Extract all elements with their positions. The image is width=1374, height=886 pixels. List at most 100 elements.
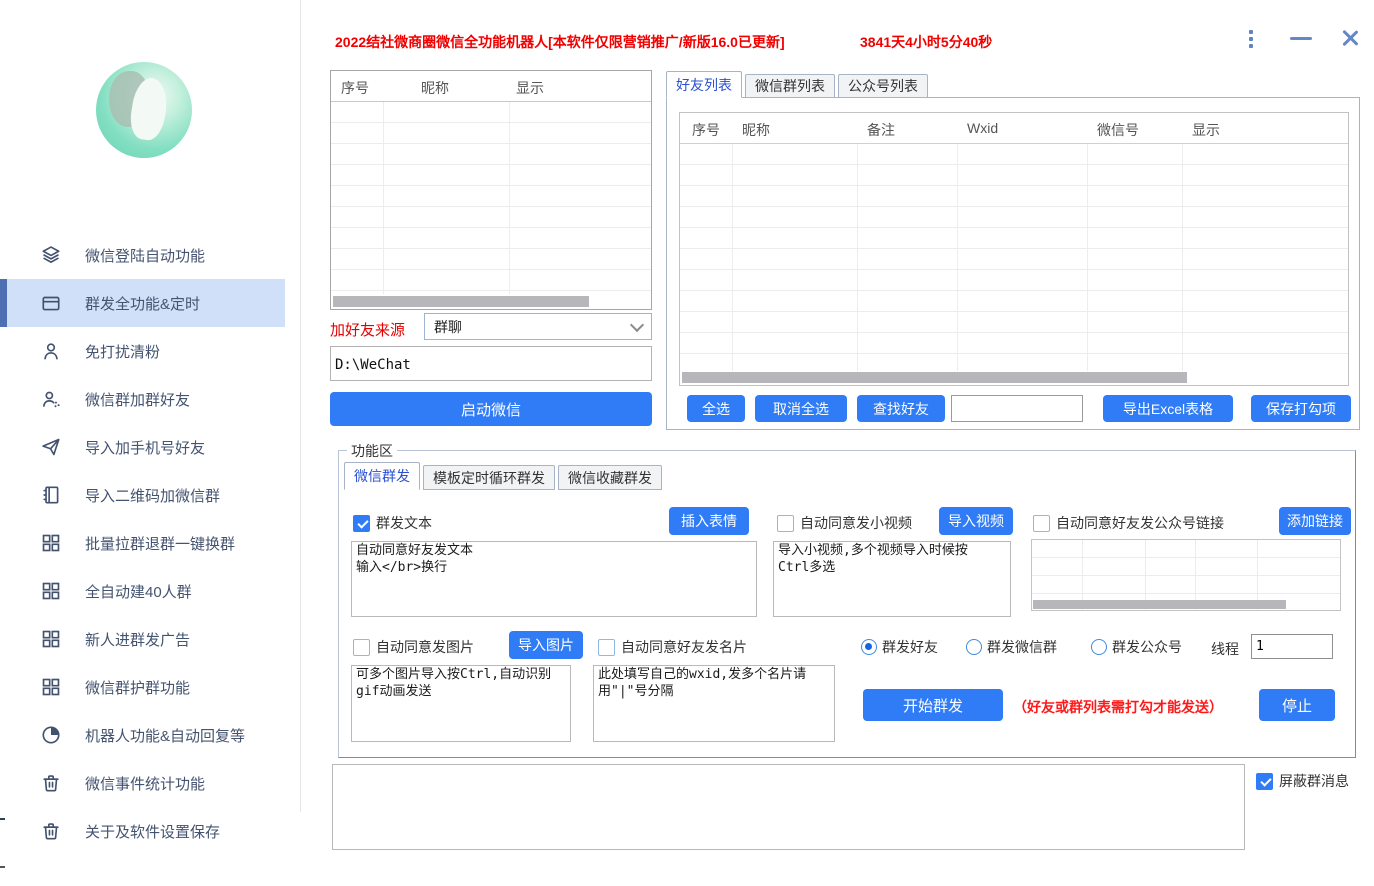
auto-accept-video-checkbox[interactable]: 自动同意发小视频	[777, 513, 912, 533]
friend-table-body	[680, 144, 1348, 371]
find-friend-input[interactable]	[951, 395, 1083, 422]
sidebar-item-mass-send[interactable]: 群发全功能&定时	[0, 279, 285, 327]
send-text-checkbox[interactable]: 群发文本	[353, 513, 432, 533]
insert-emoji-button[interactable]: 插入表情	[669, 507, 749, 535]
export-excel-button[interactable]: 导出Excel表格	[1103, 395, 1233, 422]
sidebar-item-label: 导入二维码加微信群	[85, 485, 220, 506]
start-mass-send-button[interactable]: 开始群发	[863, 689, 1003, 721]
tab-wechat-favorite-send[interactable]: 微信收藏群发	[558, 465, 662, 490]
uptime-counter: 3841天4小时5分40秒	[860, 32, 992, 52]
tab-template-timer-send[interactable]: 模板定时循环群发	[423, 465, 555, 490]
avatar	[96, 62, 192, 158]
column-header: 序号	[341, 78, 369, 98]
sidebar-item-about-settings[interactable]: 关于及软件设置保存	[0, 807, 300, 855]
account-table-body	[331, 102, 651, 294]
notebook-icon	[40, 484, 62, 506]
horizontal-scrollbar[interactable]	[1033, 600, 1286, 609]
sidebar-item-robot-auto-reply[interactable]: 机器人功能&自动回复等	[0, 711, 300, 759]
friend-list-panel: 序号 昵称 备注 Wxid 微信号 显示 全选 取消全选 查找好友 导出Exce…	[666, 97, 1360, 430]
friend-source-select[interactable]: 群聊	[424, 313, 652, 340]
sidebar-item-auto-create-group[interactable]: 全自动建40人群	[0, 567, 300, 615]
tab-official-account-list[interactable]: 公众号列表	[838, 74, 928, 98]
tab-wechat-group-list[interactable]: 微信群列表	[745, 74, 835, 98]
minimize-icon[interactable]	[1288, 25, 1314, 51]
sidebar-item-label: 导入加手机号好友	[85, 437, 205, 458]
radio-unselected-icon	[966, 639, 982, 655]
stop-button[interactable]: 停止	[1259, 689, 1335, 721]
window-controls	[1238, 24, 1363, 52]
sidebar-item-label: 全自动建40人群	[85, 581, 192, 602]
select-all-button[interactable]: 全选	[687, 395, 745, 422]
sidebar-item-label: 微信群加群好友	[85, 389, 190, 410]
horizontal-scrollbar[interactable]	[333, 296, 589, 307]
radio-send-friends[interactable]: 群发好友	[861, 637, 938, 657]
function-area-groupbox: 功能区 微信群发 模板定时循环群发 微信收藏群发 群发文本 插入表情 自动同意发…	[338, 450, 1356, 758]
launch-wechat-button[interactable]: 启动微信	[330, 392, 652, 426]
auto-accept-image-checkbox[interactable]: 自动同意发图片	[353, 637, 474, 657]
trash-icon	[40, 772, 62, 794]
radio-unselected-icon	[1091, 639, 1107, 655]
auto-accept-card-checkbox[interactable]: 自动同意好友发名片	[598, 637, 747, 657]
person-icon	[40, 340, 62, 362]
checkbox-checked-icon	[353, 515, 370, 532]
find-friend-button[interactable]: 查找好友	[857, 395, 945, 422]
grid-icon	[40, 532, 62, 554]
grid-icon	[40, 628, 62, 650]
video-hint-textarea[interactable]: 导入小视频,多个视频导入时候按 Ctrl多选	[773, 541, 1011, 617]
link-list-grid	[1031, 539, 1341, 611]
tab-wechat-mass-send[interactable]: 微信群发	[344, 462, 420, 490]
save-checked-button[interactable]: 保存打勾项	[1251, 395, 1351, 422]
log-output-box	[332, 764, 1245, 850]
sidebar-item-newcomer-ad[interactable]: 新人进群发广告	[0, 615, 300, 663]
list-tabs: 好友列表 微信群列表 公众号列表	[666, 71, 931, 98]
sidebar-item-event-stats[interactable]: 微信事件统计功能	[0, 759, 300, 807]
mass-text-textarea[interactable]: 自动同意好友发文本 输入</br>换行	[351, 541, 757, 617]
radio-selected-icon	[861, 639, 877, 655]
sidebar-item-clean-fans[interactable]: 免打扰清粉	[0, 327, 300, 375]
sidebar-item-wechat-login[interactable]: 微信登陆自动功能	[0, 231, 300, 279]
card-hint-textarea[interactable]: 此处填写自己的wxid,发多个名片请 用"|"号分隔	[593, 665, 835, 742]
person-add-icon	[40, 388, 62, 410]
checkbox-unchecked-icon	[1033, 515, 1050, 532]
auto-accept-link-checkbox[interactable]: 自动同意好友发公众号链接	[1033, 513, 1224, 533]
account-table: 序号 昵称 显示	[330, 70, 652, 310]
column-header: 显示	[516, 78, 544, 98]
app-window: 微信登陆自动功能 群发全功能&定时 免打扰清粉 微信群加群好友 导入加手机号好友…	[0, 0, 1374, 886]
sidebar-item-import-phone-friends[interactable]: 导入加手机号好友	[0, 423, 300, 471]
import-image-button[interactable]: 导入图片	[509, 631, 583, 659]
sidebar-item-label: 微信事件统计功能	[85, 773, 205, 794]
sidebar-item-label: 关于及软件设置保存	[85, 821, 220, 842]
radio-send-groups[interactable]: 群发微信群	[966, 637, 1057, 657]
sidebar-item-batch-group-switch[interactable]: 批量拉群退群一键换群	[0, 519, 300, 567]
friend-source-value: 群聊	[434, 317, 462, 337]
pie-chart-icon	[40, 724, 62, 746]
trash-icon	[40, 820, 62, 842]
column-header: Wxid	[967, 120, 998, 136]
checkbox-unchecked-icon	[353, 639, 370, 656]
sidebar-item-label: 微信群护群功能	[85, 677, 190, 698]
thread-count-input[interactable]	[1251, 634, 1333, 659]
radio-send-official-accounts[interactable]: 群发公众号	[1091, 637, 1182, 657]
grid-icon	[40, 676, 62, 698]
horizontal-scrollbar[interactable]	[682, 372, 1187, 383]
tab-friend-list[interactable]: 好友列表	[666, 71, 742, 98]
sidebar-item-group-guard[interactable]: 微信群护群功能	[0, 663, 300, 711]
import-video-button[interactable]: 导入视频	[939, 507, 1013, 535]
sidebar-item-import-qrcode-group[interactable]: 导入二维码加微信群	[0, 471, 300, 519]
column-header: 序号	[692, 120, 720, 140]
sidebar-item-label: 新人进群发广告	[85, 629, 190, 650]
sidebar-item-group-add-friends[interactable]: 微信群加群好友	[0, 375, 300, 423]
column-header: 微信号	[1097, 120, 1139, 140]
add-link-button[interactable]: 添加链接	[1279, 507, 1351, 535]
deselect-all-button[interactable]: 取消全选	[755, 395, 847, 422]
account-table-header: 序号 昵称 显示	[331, 71, 651, 102]
kebab-menu-icon[interactable]	[1238, 25, 1264, 51]
image-hint-textarea[interactable]: 可多个图片导入按Ctrl,自动识别 gif动画发送	[351, 665, 571, 742]
column-header: 昵称	[742, 120, 770, 140]
close-icon[interactable]	[1337, 25, 1363, 51]
block-group-messages-checkbox[interactable]: 屏蔽群消息	[1256, 771, 1349, 791]
column-header: 昵称	[421, 78, 449, 98]
wechat-path-input[interactable]	[330, 346, 652, 381]
app-title: 2022结社微商圈微信全功能机器人[本软件仅限营销推广/新版16.0已更新]	[335, 32, 785, 52]
sidebar-item-label: 微信登陆自动功能	[85, 245, 205, 266]
